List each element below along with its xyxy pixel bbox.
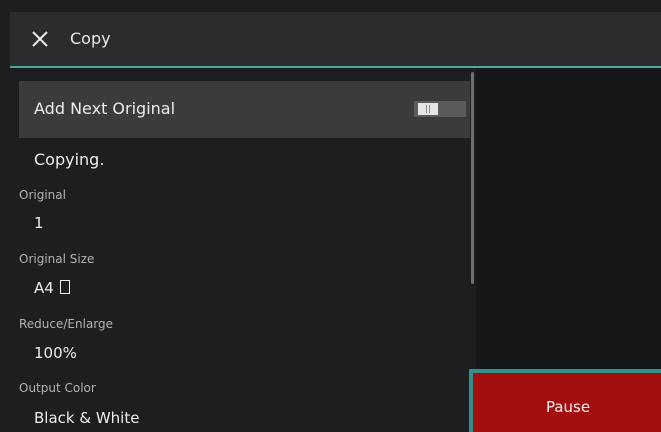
close-button[interactable] (26, 25, 54, 53)
original-size-value: A4 (34, 278, 70, 298)
grip-line (426, 105, 427, 113)
original-size-label: Original Size (19, 252, 95, 266)
output-color-value: Black & White (34, 409, 140, 427)
add-next-original-row[interactable]: Add Next Original (19, 81, 470, 138)
job-status-panel: Add Next Original Copying. Original 1 Or… (10, 68, 472, 432)
pause-button-label: Pause (545, 398, 591, 416)
original-label: Original (19, 188, 66, 202)
output-color-label: Output Color (19, 381, 96, 395)
add-next-original-toggle[interactable] (414, 101, 466, 117)
copy-screen: Copy Add Next Original Copying. Original… (10, 12, 661, 432)
reduce-enlarge-value: 100% (34, 344, 77, 362)
portrait-orientation-icon (59, 280, 70, 294)
original-size-text: A4 (34, 279, 54, 297)
original-value: 1 (34, 214, 44, 232)
add-next-original-label: Add Next Original (34, 99, 176, 118)
page-title: Copy (70, 29, 111, 48)
pause-button[interactable]: Pause (469, 369, 661, 432)
toggle-knob (418, 103, 438, 115)
scrollbar-thumb[interactable] (471, 72, 474, 284)
job-status-text: Copying. (34, 150, 105, 169)
close-icon (32, 31, 48, 47)
reduce-enlarge-label: Reduce/Enlarge (19, 317, 114, 331)
grip-line (429, 105, 430, 113)
header-bar: Copy (10, 12, 661, 68)
